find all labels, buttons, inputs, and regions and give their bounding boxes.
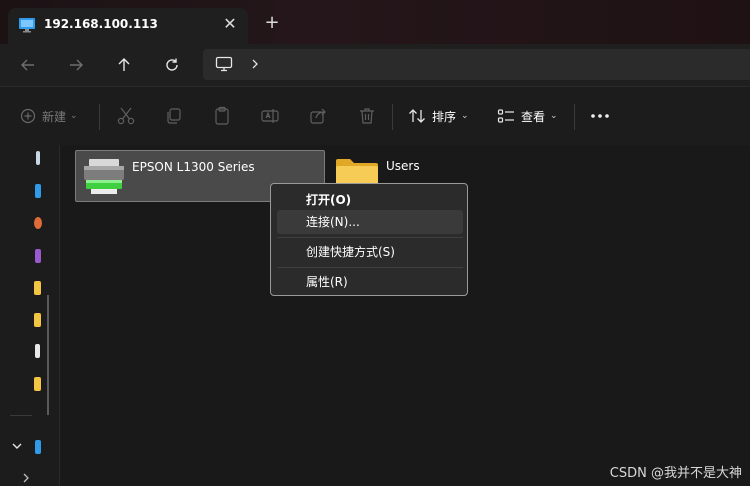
up-button[interactable] bbox=[111, 52, 137, 78]
tab-close-icon[interactable]: ✕ bbox=[220, 14, 240, 34]
menu-item-connect[interactable]: 连接(N)... bbox=[277, 210, 463, 234]
nav-item-icon[interactable] bbox=[35, 344, 40, 358]
menu-separator bbox=[277, 237, 463, 238]
view-button[interactable]: 查看 ⌄ bbox=[497, 106, 558, 126]
toolbar-separator bbox=[392, 104, 393, 130]
paste-icon[interactable] bbox=[212, 106, 232, 126]
nav-item-icon[interactable] bbox=[36, 151, 40, 165]
rename-icon[interactable] bbox=[260, 106, 280, 126]
folder-icon[interactable] bbox=[34, 313, 41, 327]
menu-separator bbox=[277, 267, 463, 268]
tab-active[interactable]: 192.168.100.113 ✕ bbox=[8, 8, 248, 44]
chevron-right-icon[interactable] bbox=[249, 56, 261, 72]
view-list-icon bbox=[497, 109, 514, 123]
menu-item-properties[interactable]: 属性(R) bbox=[277, 270, 463, 294]
menu-item-create-shortcut[interactable]: 创建快捷方式(S) bbox=[277, 240, 463, 264]
menu-item-open[interactable]: 打开(O) bbox=[277, 188, 463, 212]
toolbar-separator bbox=[574, 104, 575, 130]
share-icon[interactable] bbox=[308, 106, 328, 126]
sort-label: 排序 bbox=[432, 109, 457, 124]
arrow-left-icon bbox=[21, 59, 34, 71]
sort-icon bbox=[409, 109, 425, 123]
sidebar-scrollbar[interactable] bbox=[47, 295, 49, 415]
folder-icon[interactable] bbox=[34, 377, 41, 391]
title-bar: 192.168.100.113 ✕ + bbox=[0, 0, 750, 44]
chevron-down-icon: ⌄ bbox=[461, 111, 469, 121]
refresh-icon bbox=[166, 58, 178, 71]
toolbar-separator bbox=[99, 104, 100, 130]
printer-name: EPSON L1300 Series bbox=[132, 160, 255, 174]
monitor-icon bbox=[19, 18, 35, 33]
tab-title: 192.168.100.113 bbox=[44, 17, 158, 31]
sidebar-separator bbox=[10, 415, 32, 416]
new-button-label: 新建 bbox=[42, 109, 67, 124]
copy-icon[interactable] bbox=[164, 106, 184, 126]
forward-button[interactable] bbox=[63, 52, 89, 78]
command-bar: 新建 ⌄ 排序 ⌄ 查看 ⌄ bbox=[0, 87, 750, 145]
chevron-down-icon: ⌄ bbox=[550, 111, 558, 121]
new-tab-button[interactable]: + bbox=[262, 13, 282, 33]
sort-button[interactable]: 排序 ⌄ bbox=[408, 106, 469, 126]
network-icon[interactable] bbox=[35, 440, 41, 454]
chevron-down-icon: ⌄ bbox=[70, 111, 78, 121]
delete-icon[interactable] bbox=[357, 106, 377, 126]
new-button[interactable]: 新建 ⌄ bbox=[20, 106, 78, 126]
navigation-bar bbox=[0, 44, 750, 86]
nav-item-icon[interactable] bbox=[34, 217, 42, 229]
nav-item-icon[interactable] bbox=[35, 184, 41, 198]
plus-circle-icon bbox=[20, 108, 36, 124]
nav-item-icon[interactable] bbox=[35, 249, 41, 263]
address-bar[interactable] bbox=[203, 49, 750, 80]
arrow-up-icon bbox=[118, 58, 130, 71]
arrow-right-icon bbox=[70, 59, 83, 71]
folder-name: Users bbox=[386, 159, 420, 173]
navigation-pane bbox=[0, 145, 60, 486]
cut-icon[interactable] bbox=[116, 106, 136, 126]
more-options-icon[interactable] bbox=[588, 106, 612, 126]
chevron-right-icon[interactable] bbox=[20, 472, 32, 484]
view-label: 查看 bbox=[521, 109, 546, 124]
folder-icon[interactable] bbox=[34, 281, 41, 295]
printer-icon bbox=[84, 159, 124, 194]
watermark: CSDN @我并不是大神 bbox=[609, 466, 742, 481]
refresh-button[interactable] bbox=[159, 52, 185, 78]
context-menu: 打开(O) 连接(N)... 创建快捷方式(S) 属性(R) bbox=[270, 183, 468, 296]
back-button[interactable] bbox=[15, 52, 41, 78]
chevron-down-icon[interactable] bbox=[10, 439, 24, 453]
computer-icon bbox=[215, 56, 233, 72]
